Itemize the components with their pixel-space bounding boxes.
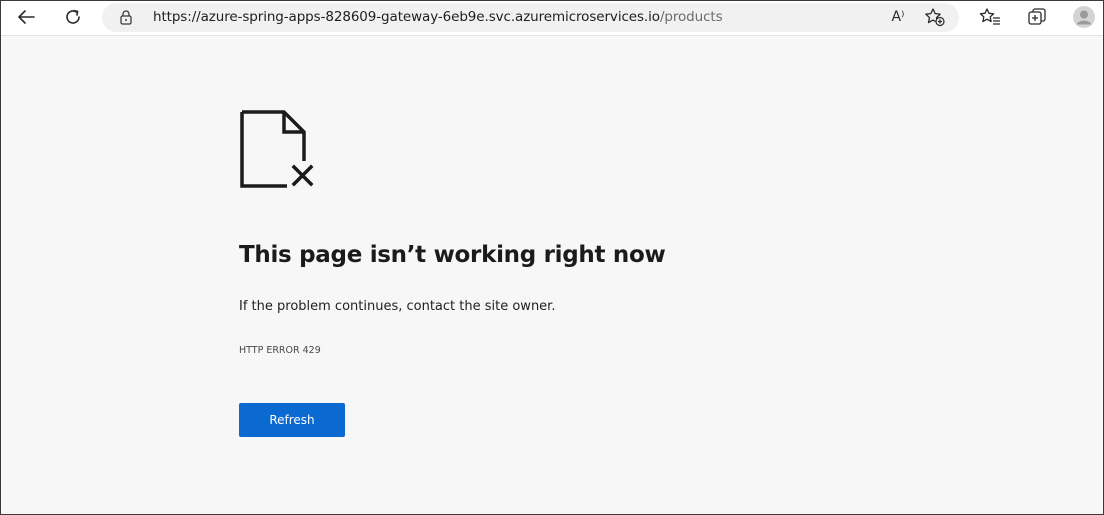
add-favorite-star-icon — [925, 8, 945, 27]
url-host: https://azure-spring-apps-828609-gateway… — [153, 9, 660, 25]
error-description: If the problem continues, contact the si… — [239, 299, 556, 314]
error-code: HTTP ERROR 429 — [239, 345, 321, 356]
profile-avatar-icon — [1073, 6, 1095, 28]
browser-toolbar: https://azure-spring-apps-828609-gateway… — [1, 1, 1103, 36]
error-title: This page isn’t working right now — [239, 242, 666, 268]
broken-file-icon — [240, 110, 314, 188]
refresh-button[interactable]: Refresh — [239, 403, 345, 437]
read-aloud-icon: A⁾ — [891, 9, 905, 25]
lock-icon[interactable] — [119, 9, 133, 25]
favorites-button[interactable] — [976, 4, 1004, 30]
address-bar[interactable]: https://azure-spring-apps-828609-gateway… — [102, 3, 959, 32]
reload-icon — [66, 9, 80, 24]
url-text[interactable]: https://azure-spring-apps-828609-gateway… — [153, 8, 723, 26]
browser-window: https://azure-spring-apps-828609-gateway… — [0, 0, 1104, 515]
add-favorite-button[interactable] — [921, 4, 949, 30]
collections-button[interactable] — [1023, 4, 1051, 30]
collections-icon — [1028, 8, 1046, 25]
favorites-icon — [979, 8, 1000, 25]
read-aloud-button[interactable]: A⁾ — [884, 4, 912, 30]
profile-button[interactable] — [1070, 4, 1098, 30]
reload-button[interactable] — [59, 4, 87, 30]
url-path: /products — [659, 9, 723, 25]
back-arrow-icon — [18, 10, 35, 24]
back-button[interactable] — [12, 4, 40, 30]
